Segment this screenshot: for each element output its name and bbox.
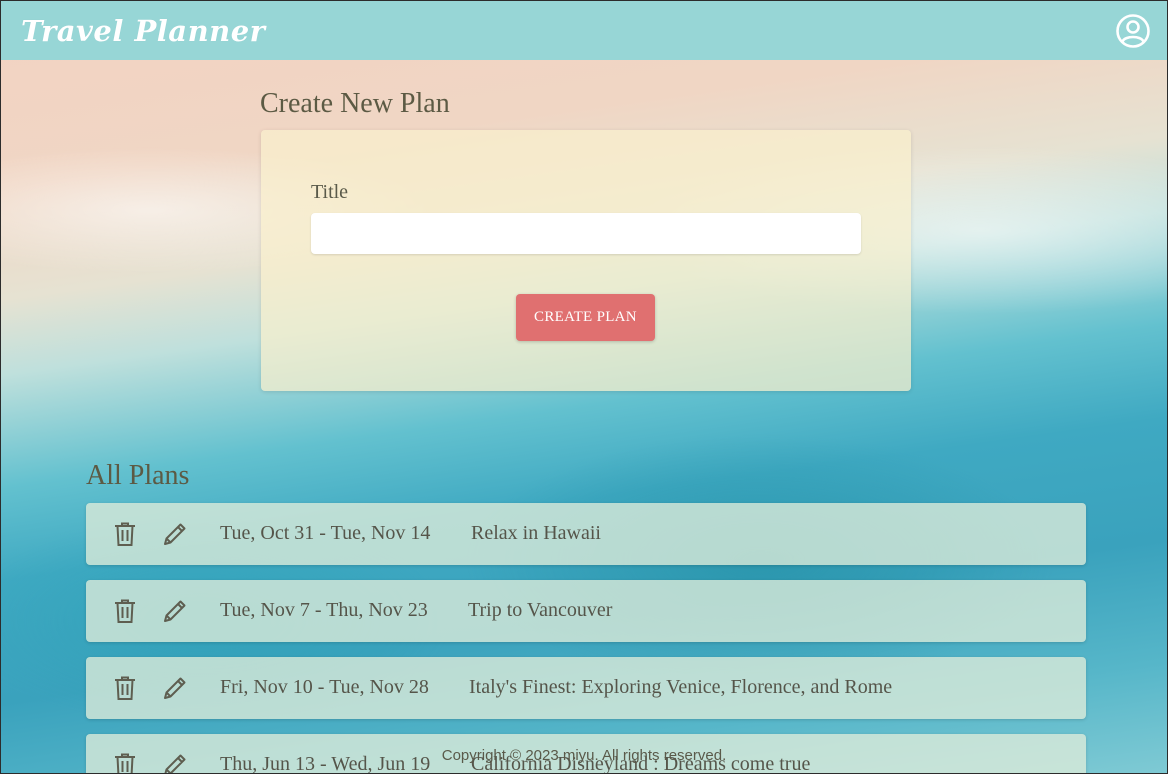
- title-label: Title: [311, 181, 349, 203]
- app-brand[interactable]: Travel Planner: [21, 14, 265, 48]
- plan-row[interactable]: Tue, Oct 31 - Tue, Nov 14 Relax in Hawai…: [86, 503, 1086, 565]
- plans-list: Tue, Oct 31 - Tue, Nov 14 Relax in Hawai…: [86, 503, 1086, 774]
- profile-button[interactable]: [1115, 13, 1151, 49]
- plan-dates: Tue, Oct 31 - Tue, Nov 14: [220, 522, 431, 544]
- edit-plan-button[interactable]: [161, 597, 189, 625]
- pencil-icon: [164, 523, 186, 545]
- user-circle-icon: [1116, 13, 1150, 48]
- all-plans-heading: All Plans: [86, 460, 190, 491]
- delete-plan-button[interactable]: [111, 597, 139, 625]
- plan-name[interactable]: Italy's Finest: Exploring Venice, Floren…: [469, 676, 892, 699]
- trash-icon: [115, 522, 135, 546]
- edit-plan-button[interactable]: [161, 520, 189, 548]
- delete-plan-button[interactable]: [111, 674, 139, 702]
- plan-row[interactable]: Fri, Nov 10 - Tue, Nov 28 Italy's Finest…: [86, 657, 1086, 719]
- plan-name[interactable]: Relax in Hawaii: [471, 522, 601, 545]
- app-header: Travel Planner: [1, 1, 1167, 60]
- create-plan-heading: Create New Plan: [260, 88, 450, 119]
- plan-dates: Fri, Nov 10 - Tue, Nov 28: [220, 676, 429, 698]
- trash-icon: [115, 676, 135, 700]
- plan-row[interactable]: Tue, Nov 7 - Thu, Nov 23 Trip to Vancouv…: [86, 580, 1086, 642]
- plan-dates: Tue, Nov 7 - Thu, Nov 23: [220, 599, 428, 621]
- title-input[interactable]: [311, 213, 861, 254]
- footer-copyright: Copyright © 2023 miyu. All rights reserv…: [441, 747, 727, 764]
- pencil-icon: [164, 677, 186, 699]
- plan-name[interactable]: Trip to Vancouver: [468, 599, 612, 622]
- edit-plan-button[interactable]: [161, 674, 189, 702]
- trash-icon: [115, 599, 135, 623]
- create-plan-card: Title CREATE PLAN: [261, 130, 911, 391]
- delete-plan-button[interactable]: [111, 520, 139, 548]
- create-plan-button[interactable]: CREATE PLAN: [516, 294, 655, 341]
- pencil-icon: [164, 600, 186, 622]
